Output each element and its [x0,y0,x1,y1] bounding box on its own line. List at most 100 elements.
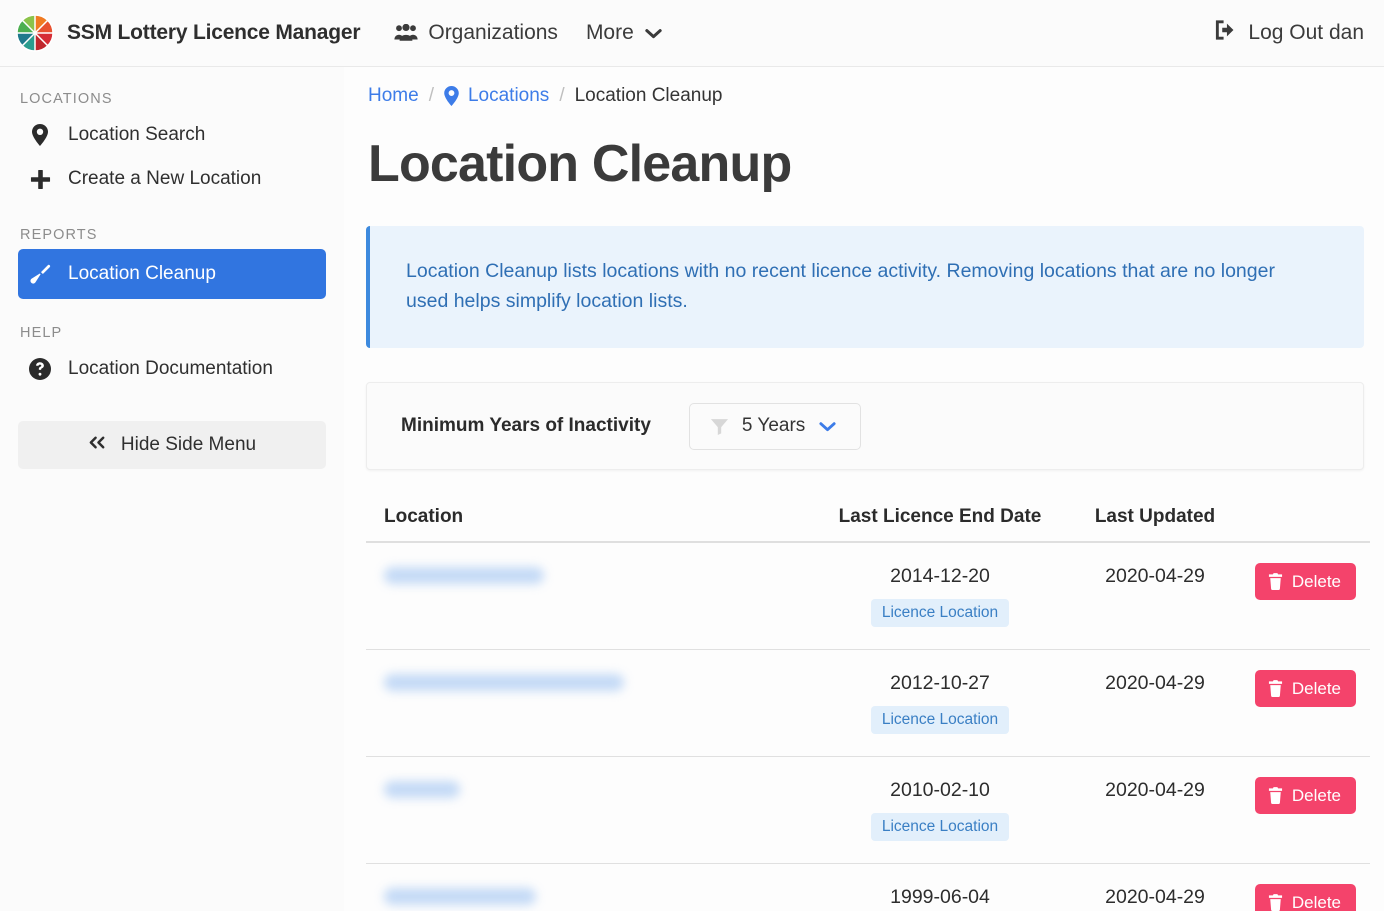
licence-location-badge: Licence Location [870,706,1010,735]
last-licence-end-date-cell: 1999-06-04Licence Location [818,884,1062,911]
table-row: 2014-12-20 Licence Location 2020-04-29 Dele… [366,543,1370,651]
location-cell [366,563,818,585]
last-licence-end-date-cell: 2014-12-20 Licence Location [818,563,1062,628]
redacted-location-name[interactable] [384,674,624,692]
actions-cell: Delete [1248,563,1370,601]
delete-button-label: Delete [1291,892,1341,911]
column-header-last-updated: Last Updated [1094,506,1216,528]
sidebar-heading-reports: REPORTS [20,227,98,243]
page-layout: LOCATIONS Location Search Create a New L… [0,67,1384,911]
last-updated-cell: 2020-04-29 [1062,777,1248,802]
location-cell [366,670,818,692]
sidebar-label-location-search: Location Search [68,124,206,145]
last-updated-date: 2020-04-29 [1105,672,1205,695]
trash-icon [1268,680,1283,698]
last-licence-end-date-cell: 2010-02-10 Licence Location [818,777,1062,842]
column-header-location: Location [384,506,464,528]
hide-side-menu-label: Hide Side Menu [120,434,257,455]
trash-icon [1268,787,1283,805]
delete-button-label: Delete [1291,571,1341,591]
last-licence-end-date-cell: 2012-10-27 Licence Location [818,670,1062,735]
broom-icon [28,263,52,286]
last-updated-date: 2020-04-29 [1105,779,1205,802]
delete-button[interactable]: Delete [1254,563,1356,601]
filter-label: Minimum Years of Inactivity [401,415,651,437]
location-cell [366,777,818,799]
primary-nav: Organizations More [394,21,662,45]
delete-button[interactable]: Delete [1254,884,1356,911]
breadcrumb-home[interactable]: Home [368,85,419,107]
table-row: 1999-06-04Licence Location 2020-04-29 Dele… [366,864,1370,911]
main-content: Home / Locations / Location Cleanup Loca… [344,67,1384,911]
delete-button-label: Delete [1291,678,1341,698]
last-updated-date: 2020-04-29 [1105,565,1205,588]
years-of-inactivity-select[interactable]: 5 Years [688,402,861,450]
column-header-end-date: Last Licence End Date [838,506,1042,528]
logout-label: Log Out dan [1248,21,1364,44]
info-banner: Location Cleanup lists locations with no… [366,226,1364,349]
breadcrumb-locations-label: Locations [467,85,550,106]
sidebar-item-location-cleanup[interactable]: Location Cleanup [18,249,326,299]
double-chevron-left-icon [88,434,107,456]
last-updated-cell: 2020-04-29 [1062,563,1248,588]
breadcrumb: Home / Locations / Location Cleanup [366,85,1364,107]
last-licence-end-date: 2012-10-27 [890,672,990,695]
sidebar-item-location-search[interactable]: Location Search [18,113,326,157]
sign-out-icon [1214,19,1237,47]
nav-item-more[interactable]: More [586,21,663,45]
info-banner-text: Location Cleanup lists locations with no… [406,260,1275,313]
redacted-location-name[interactable] [384,781,460,799]
breadcrumb-separator: / [428,85,434,106]
actions-cell: Delete [1248,884,1370,911]
delete-button[interactable]: Delete [1254,777,1356,815]
years-of-inactivity-value: 5 Years [741,415,806,437]
sidebar-label-create-new-location: Create a New Location [68,168,262,189]
sidebar-heading-locations: LOCATIONS [20,91,113,107]
breadcrumb-locations[interactable]: Locations [444,85,549,107]
question-circle-icon [28,358,52,380]
table-header: Location Last Licence End Date Last Upda… [366,506,1370,544]
logout-button[interactable]: Log Out dan [1214,19,1364,47]
last-updated-cell: 2020-04-29 [1062,670,1248,695]
brand[interactable]: SSM Lottery Licence Manager [16,14,361,52]
nav-label-organizations: Organizations [428,21,558,44]
funnel-icon [710,417,729,436]
page-title: Location Cleanup [368,135,792,193]
nav-item-organizations[interactable]: Organizations [394,21,558,45]
app-title: SSM Lottery Licence Manager [67,21,361,44]
last-licence-end-date: 2010-02-10 [890,779,990,802]
trash-icon [1268,894,1283,911]
last-licence-end-date: 1999-06-04 [890,886,990,909]
top-navigation-bar: SSM Lottery Licence Manager Organization… [0,0,1384,67]
actions-cell: Delete [1248,777,1370,815]
locations-table: Location Last Licence End Date Last Upda… [366,506,1370,911]
licence-location-badge: Licence Location [870,599,1010,628]
table-row: 2012-10-27 Licence Location 2020-04-29 Dele… [366,650,1370,758]
location-cell [366,884,818,911]
trash-icon [1268,573,1283,591]
actions-cell: Delete [1248,670,1370,708]
table-body: 2014-12-20 Licence Location 2020-04-29 Dele… [366,543,1370,911]
last-updated-date: 2020-04-29 [1105,886,1205,909]
map-pin-icon [444,86,459,106]
sidebar-label-location-cleanup: Location Cleanup [68,263,216,284]
sidebar-label-location-documentation: Location Documentation [68,358,273,379]
pinwheel-logo-icon [16,14,54,52]
redacted-location-name[interactable] [384,567,544,585]
breadcrumb-current: Location Cleanup [574,85,723,106]
redacted-location-name[interactable] [384,888,536,906]
users-icon [394,24,418,42]
chevron-down-icon [644,27,663,40]
delete-button[interactable]: Delete [1254,670,1356,708]
sidebar-item-create-new-location[interactable]: Create a New Location [18,157,326,201]
last-licence-end-date: 2014-12-20 [890,565,990,588]
sidebar-heading-help: HELP [20,325,63,341]
sidebar: LOCATIONS Location Search Create a New L… [0,67,344,911]
hide-side-menu-button[interactable]: Hide Side Menu [18,421,326,469]
breadcrumb-separator-2: / [559,85,565,106]
map-pin-icon [28,124,52,146]
licence-location-badge: Licence Location [870,813,1010,842]
sidebar-item-location-documentation[interactable]: Location Documentation [18,347,326,391]
chevron-down-icon [818,420,837,433]
table-row: 2010-02-10 Licence Location 2020-04-29 Dele… [366,757,1370,865]
